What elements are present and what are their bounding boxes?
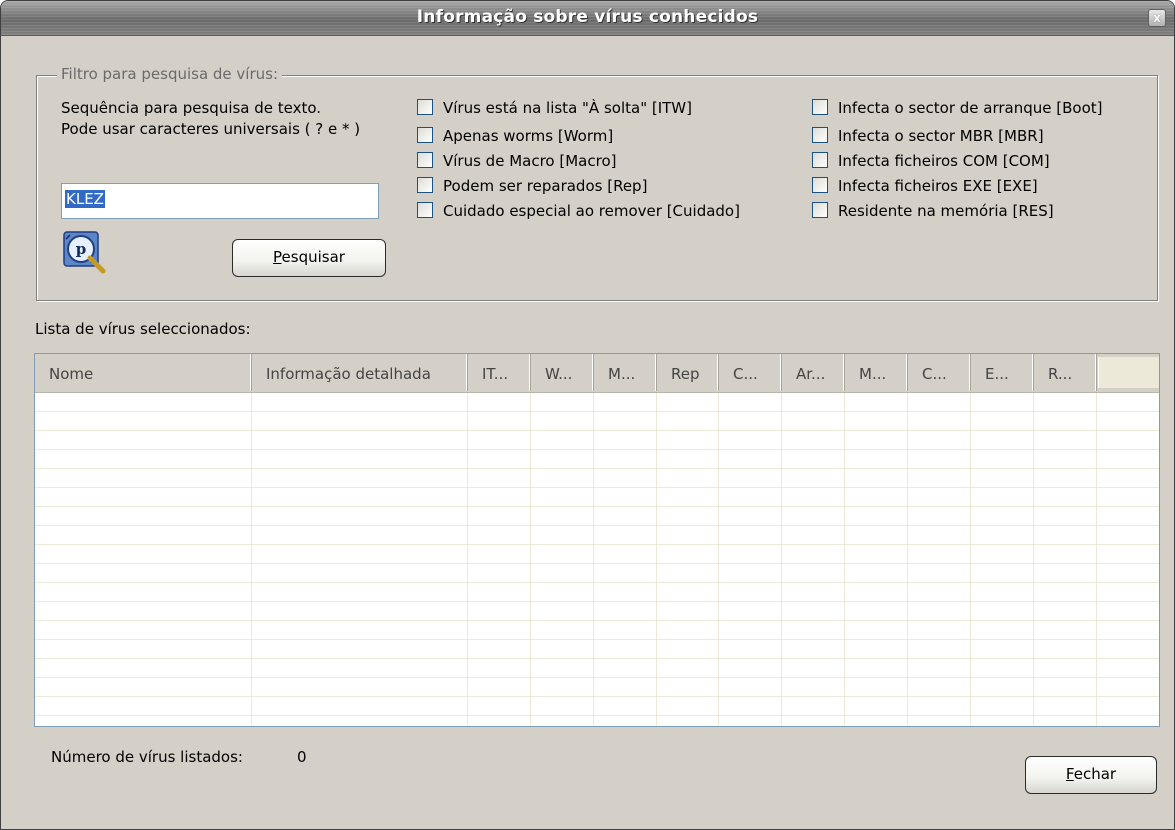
grid-line [35, 430, 1159, 431]
checkbox-itw[interactable]: Vírus está na lista "À solta" [ITW] [417, 97, 692, 119]
checkbox-box[interactable] [417, 202, 433, 218]
checkbox-label: Infecta ficheiros COM [COM] [838, 152, 1050, 170]
grid-line [35, 582, 1159, 583]
virus-listview[interactable]: Nome Informação detalhada IT... W... M..… [34, 353, 1160, 727]
checkbox-box[interactable] [812, 202, 828, 218]
column-header-com[interactable]: C... [908, 354, 971, 391]
search-input[interactable]: KLEZ [61, 183, 379, 219]
column-header-worm[interactable]: W... [531, 354, 594, 391]
checkbox-box[interactable] [812, 127, 828, 143]
checkbox-com[interactable]: Infecta ficheiros COM [COM] [812, 150, 1050, 172]
grid-line [35, 411, 1159, 412]
grid-line [35, 696, 1159, 697]
grid-line [35, 639, 1159, 640]
column-header-mbr[interactable]: M... [845, 354, 908, 391]
grid-line [35, 677, 1159, 678]
svg-text:p: p [76, 240, 87, 258]
search-hint-line1: Sequência para pesquisa de texto. [61, 99, 322, 117]
checkbox-box[interactable] [812, 152, 828, 168]
list-header: Nome Informação detalhada IT... W... M..… [35, 354, 1159, 393]
column-header-filler [1098, 357, 1159, 388]
search-input-value: KLEZ [65, 190, 105, 208]
grid-line [35, 563, 1159, 564]
checkbox-label: Apenas worms [Worm] [443, 127, 614, 145]
checkbox-box[interactable] [417, 127, 433, 143]
title-bar[interactable]: Informação sobre vírus conhecidos x [1, 1, 1174, 36]
search-hint-line2: Pode usar caracteres universais ( ? e * … [61, 120, 361, 138]
column-header-exe[interactable]: E... [971, 354, 1034, 391]
close-button[interactable]: Fechar [1025, 756, 1157, 794]
checkbox-box[interactable] [812, 99, 828, 115]
column-header-info[interactable]: Informação detalhada [252, 354, 468, 391]
checkbox-boot[interactable]: Infecta o sector de arranque [Boot] [812, 97, 1103, 119]
column-header-name[interactable]: Nome [35, 354, 252, 391]
grid-line [35, 525, 1159, 526]
grid-line [35, 620, 1159, 621]
virus-list-label: Lista de vírus seleccionados: [35, 320, 251, 338]
column-header-rep[interactable]: Rep [657, 354, 719, 391]
checkbox-label: Vírus de Macro [Macro] [443, 152, 617, 170]
checkbox-label: Vírus está na lista "À solta" [ITW] [443, 99, 692, 117]
grid-line [35, 449, 1159, 450]
checkbox-box[interactable] [417, 152, 433, 168]
virus-count-label: Número de vírus listados: [51, 748, 243, 766]
checkbox-label: Infecta o sector de arranque [Boot] [838, 99, 1103, 117]
window-title: Informação sobre vírus conhecidos [416, 7, 759, 27]
column-header-cuidado[interactable]: C... [719, 354, 782, 391]
checkbox-label: Cuidado especial ao remover [Cuidado] [443, 202, 740, 220]
column-header-itw[interactable]: IT... [468, 354, 531, 391]
checkbox-box[interactable] [417, 99, 433, 115]
checkbox-res[interactable]: Residente na memória [RES] [812, 200, 1054, 222]
grid-line [35, 506, 1159, 507]
dialog-client: Filtro para pesquisa de vírus: Sequência… [1, 36, 1174, 829]
checkbox-worm[interactable]: Apenas worms [Worm] [417, 125, 613, 147]
checkbox-cuidado[interactable]: Cuidado especial ao remover [Cuidado] [417, 200, 740, 222]
checkbox-box[interactable] [812, 177, 828, 193]
column-header-boot[interactable]: Ar... [782, 354, 845, 391]
grid-line [35, 487, 1159, 488]
checkbox-label: Infecta ficheiros EXE [EXE] [838, 177, 1038, 195]
list-grid[interactable] [35, 393, 1159, 726]
grid-line [35, 715, 1159, 716]
checkbox-exe[interactable]: Infecta ficheiros EXE [EXE] [812, 175, 1038, 197]
search-button[interactable]: Pesquisar [232, 239, 386, 277]
virus-count-value: 0 [297, 748, 307, 766]
checkbox-rep[interactable]: Podem ser reparados [Rep] [417, 175, 647, 197]
checkbox-macro[interactable]: Vírus de Macro [Macro] [417, 150, 616, 172]
checkbox-box[interactable] [417, 177, 433, 193]
grid-line [35, 658, 1159, 659]
grid-line [35, 544, 1159, 545]
checkbox-label: Infecta o sector MBR [MBR] [838, 127, 1044, 145]
dialog-window: Informação sobre vírus conhecidos x Filt… [0, 0, 1175, 830]
column-header-res[interactable]: R... [1034, 354, 1097, 391]
magnifier-wizard-icon[interactable]: p s [63, 231, 107, 275]
column-header-macro[interactable]: M... [594, 354, 657, 391]
filter-groupbox: Filtro para pesquisa de vírus: Sequência… [36, 65, 1158, 301]
grid-line [35, 468, 1159, 469]
grid-line [35, 601, 1159, 602]
checkbox-label: Podem ser reparados [Rep] [443, 177, 648, 195]
checkbox-mbr[interactable]: Infecta o sector MBR [MBR] [812, 125, 1044, 147]
filter-legend: Filtro para pesquisa de vírus: [57, 65, 283, 83]
close-icon[interactable]: x [1148, 9, 1166, 27]
checkbox-label: Residente na memória [RES] [838, 202, 1054, 220]
